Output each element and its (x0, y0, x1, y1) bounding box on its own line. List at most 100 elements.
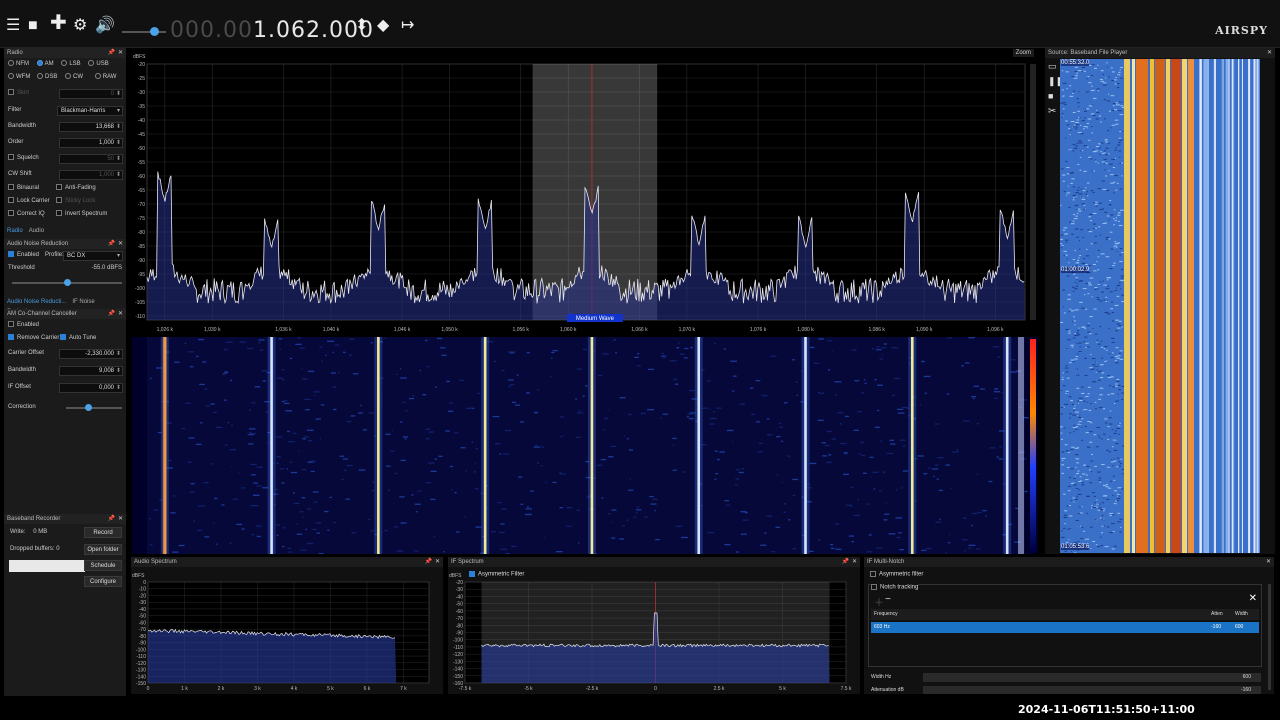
if-spectrum-title: IF Spectrum 📌 ✕ (448, 557, 860, 567)
bandwidth-spinner[interactable]: 13,668 (59, 122, 123, 132)
audio-spectrum-title: Audio Spectrum 📌 ✕ (131, 557, 443, 567)
center-tune-icon[interactable]: ◆ (377, 18, 389, 34)
correction-slider[interactable] (66, 407, 122, 409)
noise-enabled-option[interactable]: Enabled (8, 251, 39, 258)
mode-nfm[interactable]: NFM (8, 60, 29, 67)
add-notch-icon[interactable]: ＋ (874, 594, 884, 609)
volume-slider[interactable] (122, 31, 166, 33)
tab-audio[interactable]: Audio (29, 228, 44, 234)
folder-icon[interactable]: ▭ (1048, 61, 1057, 72)
close-icon[interactable]: ✕ (118, 309, 123, 319)
tune-step-icon[interactable]: ⬍ (355, 18, 368, 34)
threshold-knob[interactable] (64, 279, 71, 286)
cwshift-spinner[interactable]: 1,000 (59, 170, 123, 180)
squelch-checkbox[interactable] (8, 154, 14, 161)
auto-tune-option[interactable]: Auto Tune (60, 332, 96, 345)
remove-notch-icon[interactable]: − (885, 594, 891, 605)
noise-speck (1062, 174, 1066, 176)
order-spinner[interactable]: 1,000 (59, 138, 123, 148)
squelch-spinner[interactable]: 50 (59, 154, 123, 164)
scrollbar[interactable] (1268, 584, 1271, 690)
waterfall-speck (778, 422, 782, 425)
audio-spectrum-svg[interactable]: dBFS0-10-20-30-40-50-60-70-80-90-100-110… (131, 567, 443, 694)
frequency-display[interactable]: 000.001.062.000 (170, 18, 374, 43)
close-icon[interactable]: ✕ (118, 239, 123, 249)
if-spectrum-svg[interactable]: dBFS-20-30-40-50-60-70-80-90-100-110-120… (448, 567, 860, 694)
waterfall-speck (611, 509, 617, 511)
mode-usb[interactable]: USB (88, 60, 109, 67)
close-icon[interactable]: ✕ (435, 557, 440, 567)
noise-speck (1074, 66, 1079, 68)
notch-atten-spinner[interactable]: -160 (923, 686, 1261, 694)
waterfall-speck (714, 450, 718, 452)
waterfall-speck (834, 381, 842, 383)
close-icon[interactable]: ✕ (1266, 557, 1271, 567)
pin-icon[interactable]: 📌 (108, 48, 115, 58)
spectrum-display[interactable]: -20 -25 -30 -35 -40 -45 -50 -55 -60 -65 -70 -75 -80-… (132, 48, 1038, 336)
stickylock-option[interactable]: Sticky Lock (56, 195, 95, 208)
gear-icon[interactable]: ⚙ (73, 18, 87, 34)
table-row[interactable]: 603 Hz -160 600 (871, 622, 1259, 633)
correctiq-option[interactable]: Correct IQ (8, 210, 45, 217)
cc-bandwidth-spinner[interactable]: 9,008 (59, 366, 123, 376)
lockcarrier-option[interactable]: Lock Carrier (8, 197, 50, 204)
waterfall-display[interactable] (132, 337, 1038, 555)
clear-notches-icon[interactable]: ✕ (1249, 593, 1257, 604)
stop-icon[interactable]: ■ (28, 18, 38, 34)
add-icon[interactable]: ✚ (50, 13, 67, 33)
zoom-label[interactable]: Zoom (1012, 49, 1034, 57)
carrier-offset-spinner[interactable]: -2,330.000 (59, 349, 123, 359)
span-icon[interactable]: ↦ (401, 18, 414, 34)
notch-width-spinner[interactable]: 600 (923, 673, 1261, 682)
volume-knob[interactable] (150, 27, 159, 36)
antifading-option[interactable]: Anti-Fading (56, 182, 96, 195)
frequency-leading-digits[interactable]: 000.00 (170, 18, 253, 43)
open-folder-button[interactable]: Open folder (84, 544, 122, 555)
mode-raw[interactable]: RAW (94, 73, 116, 80)
mode-cw[interactable]: CW (65, 73, 83, 80)
stop-icon[interactable]: ■ (1048, 91, 1053, 101)
tab-audio-noise[interactable]: Audio Noise Reducti... (7, 299, 66, 305)
tools-icon[interactable]: ✂ (1048, 106, 1056, 117)
configure-button[interactable]: Configure (84, 576, 122, 587)
mode-lsb[interactable]: LSB (61, 60, 81, 67)
notch-asym-option[interactable]: Asymmetric filter (870, 571, 923, 578)
close-icon[interactable]: ✕ (1267, 48, 1272, 58)
pin-icon[interactable]: 📌 (108, 309, 115, 319)
noise-speck (1072, 220, 1075, 222)
mode-wfm[interactable]: WFM (8, 73, 30, 80)
noise-speck (1090, 403, 1092, 405)
file-waterfall-svg[interactable] (1060, 59, 1260, 553)
waterfall-speck (305, 528, 308, 531)
speaker-icon[interactable]: 🔊 (95, 18, 115, 34)
schedule-button[interactable]: Schedule (84, 560, 122, 571)
record-button[interactable]: Record (84, 527, 122, 538)
remove-carrier-option[interactable]: Remove Carrier (8, 334, 59, 341)
skirt-spinner[interactable]: 0 (59, 89, 123, 99)
pin-icon[interactable]: 📌 (425, 557, 432, 567)
binaural-option[interactable]: Binaural (8, 184, 39, 191)
filter-select[interactable]: Blackman-Harris (57, 106, 123, 116)
tab-radio[interactable]: Radio (7, 228, 23, 234)
mode-am[interactable]: AM (36, 60, 54, 67)
menu-icon[interactable]: ☰ (6, 18, 20, 34)
pin-icon[interactable]: 📌 (108, 239, 115, 249)
pin-icon[interactable]: 📌 (108, 514, 115, 524)
noise-speck (1065, 120, 1068, 122)
invert-option[interactable]: Invert Spectrum (56, 208, 107, 221)
asym-filter-option[interactable]: Asymmetric Filter (469, 571, 524, 578)
skirt-checkbox[interactable] (8, 89, 14, 96)
pin-icon[interactable]: 📌 (842, 557, 849, 567)
mode-dsb[interactable]: DSB (37, 73, 57, 80)
close-icon[interactable]: ✕ (118, 514, 123, 524)
close-icon[interactable]: ✕ (852, 557, 857, 567)
if-offset-spinner[interactable]: 0,000 (59, 383, 123, 393)
waterfall-speck (976, 423, 980, 425)
correction-knob[interactable] (85, 404, 93, 411)
notch-tracking-option[interactable]: Notch tracking (871, 584, 919, 591)
cochannel-enabled-option[interactable]: Enabled (8, 321, 39, 328)
profile-select[interactable]: BC DX (63, 251, 123, 261)
close-icon[interactable]: ✕ (118, 48, 123, 58)
waterfall-speck (473, 471, 477, 473)
waterfall-speck (629, 478, 631, 480)
